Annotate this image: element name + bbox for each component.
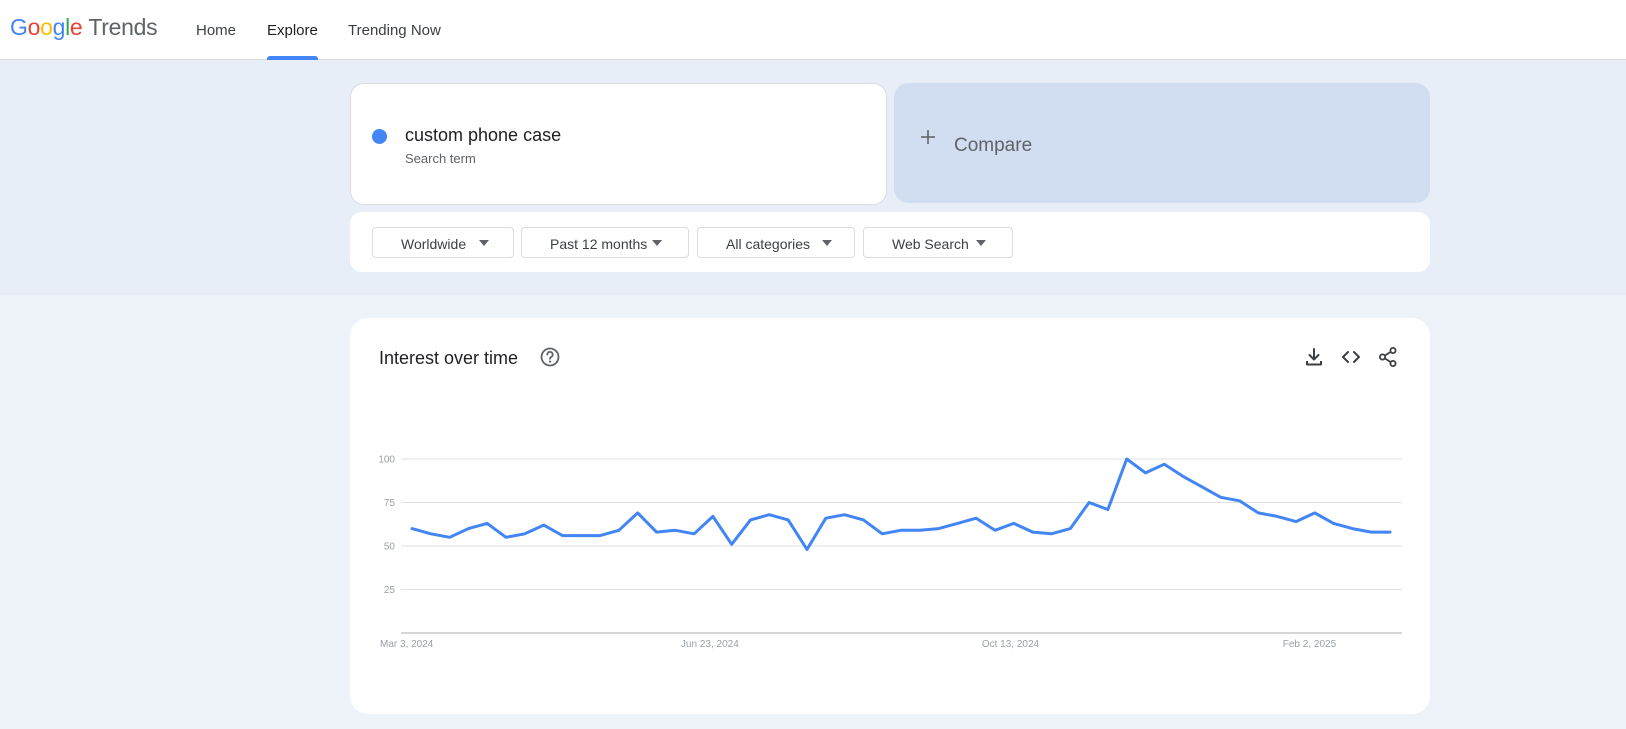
y-tick-label: 25 [384,585,396,596]
category-filter-label: All categories [726,236,811,252]
chevron-down-icon [822,240,832,246]
plus-icon [921,130,935,144]
search-term-card[interactable]: custom phone case Search term [350,83,887,205]
y-tick-label: 50 [384,542,396,553]
nav-tab-trending-now[interactable]: Trending Now [348,0,441,60]
location-filter-dropdown[interactable]: Worldwide [372,227,514,258]
category-filter-dropdown[interactable]: All categories [697,227,855,258]
y-tick-label: 75 [384,498,396,509]
search-term-sublabel: Search term [405,151,476,166]
compare-label: Compare [954,135,1033,156]
x-tick-label: Jun 23, 2024 [681,639,739,650]
search-term-name[interactable]: custom phone case [405,125,561,146]
y-tick-label: 100 [378,455,395,466]
nav-tab-home[interactable]: Home [196,0,236,60]
x-tick-label: Mar 3, 2024 [380,639,434,650]
location-filter-label: Worldwide [401,236,467,252]
interest-line-chart: 25 50 75 100 Mar 3, 2024 Jun 23, 2024 Oct 13, … [378,455,1402,650]
time-range-filter-dropdown[interactable]: Past 12 months [521,227,689,258]
search-type-filter-label: Web Search [892,236,969,252]
x-tick-label: Feb 2, 2025 [1283,639,1337,650]
interest-over-time-card: Interest over time 25 50 75 100 Mar 3, 2024 J… [350,318,1430,714]
search-type-filter-dropdown[interactable]: Web Search [863,227,1013,258]
logo-google-text: Google [10,14,83,40]
top-header: Google Trends Home Explore Trending Now [0,0,1626,60]
filter-bar: Worldwide Past 12 months All categories … [350,212,1430,272]
time-range-filter-label: Past 12 months [550,236,648,252]
compare-button[interactable]: Compare [894,83,1430,203]
x-tick-label: Oct 13, 2024 [982,639,1040,650]
term-color-dot [372,129,387,144]
chevron-down-icon [652,240,662,246]
chevron-down-icon [976,240,986,246]
logo-trends-text: Trends [88,14,158,40]
series-line-0 [410,457,1392,551]
chevron-down-icon [479,240,489,246]
nav-tab-explore[interactable]: Explore [267,0,318,60]
google-trends-logo[interactable]: Google Trends [10,14,158,41]
